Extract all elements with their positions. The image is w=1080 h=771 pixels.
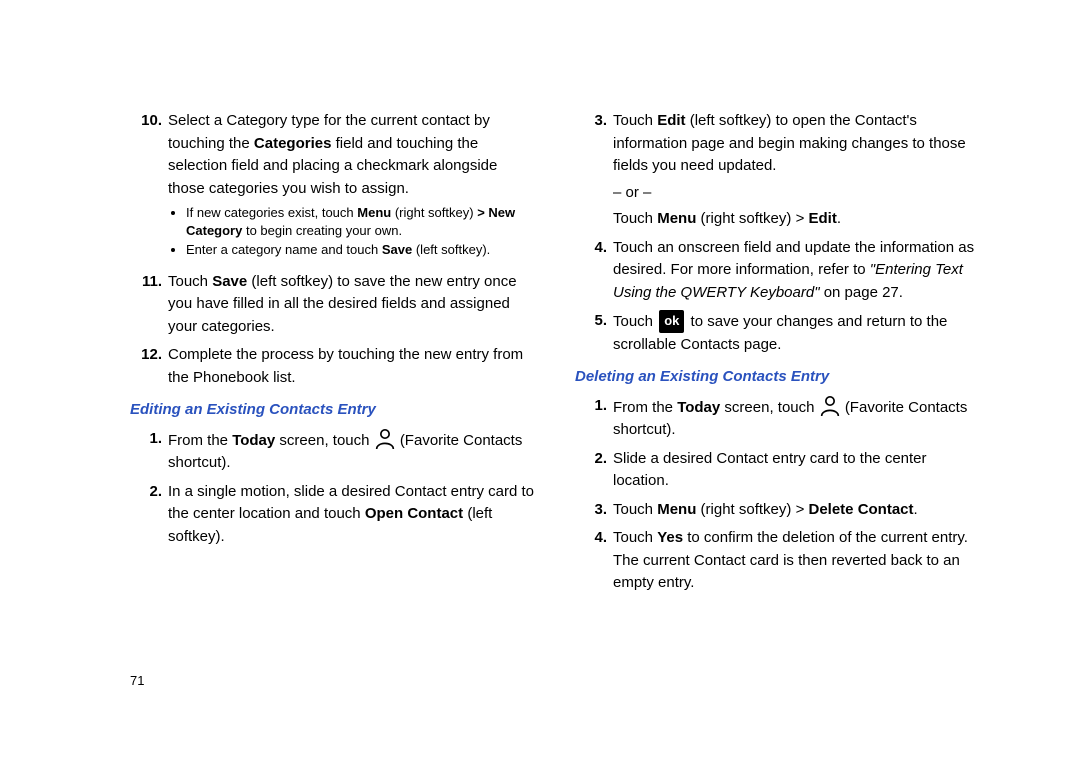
bold-text: Categories (254, 135, 332, 152)
item-number: 3. (575, 499, 613, 522)
text: on page 27. (820, 284, 903, 301)
bold-text: Yes (657, 529, 683, 546)
item-number: 1. (130, 428, 168, 475)
manual-page: 10. Select a Category type for the curre… (0, 0, 1080, 771)
text: . (914, 501, 918, 518)
section-heading-deleting: Deleting an Existing Contacts Entry (575, 366, 980, 389)
ordered-list-editing: 1. From the Today screen, touch (Favorit… (130, 428, 535, 549)
bold-text: Save (382, 242, 412, 257)
list-item-4: 4. Touch an onscreen field and update th… (575, 237, 980, 305)
bold-text: Menu (357, 205, 391, 220)
item-number: 11. (130, 271, 168, 339)
section-heading-editing: Editing an Existing Contacts Entry (130, 399, 535, 422)
item-body: Touch ok to save your changes and return… (613, 310, 980, 356)
ordered-list-left: 10. Select a Category type for the curre… (130, 110, 535, 389)
right-column: 3. Touch Edit (left softkey) to open the… (575, 110, 980, 601)
item-body: From the Today screen, touch (Favorite C… (613, 395, 980, 442)
bold-text: Menu (657, 210, 696, 227)
list-item-del-3: 3. Touch Menu (right softkey) > Delete C… (575, 499, 980, 522)
item-body: Touch Save (left softkey) to save the ne… (168, 271, 535, 339)
left-column: 10. Select a Category type for the curre… (130, 110, 535, 601)
ok-icon: ok (659, 310, 684, 333)
bullet-item: Enter a category name and touch Save (le… (186, 241, 535, 259)
item-body: Touch Edit (left softkey) to open the Co… (613, 110, 980, 231)
page-number: 71 (130, 673, 144, 688)
text: (left softkey). (412, 242, 490, 257)
bullet-list: If new categories exist, touch Menu (rig… (186, 204, 535, 259)
contact-icon (375, 428, 395, 450)
text: (right softkey) > (696, 501, 808, 518)
bold-text: Edit (809, 210, 837, 227)
item-body: Select a Category type for the current c… (168, 110, 535, 265)
item-body: Touch an onscreen field and update the i… (613, 237, 980, 305)
text: Touch (613, 112, 657, 129)
bold-text: Today (232, 432, 275, 449)
bold-text: Edit (657, 112, 685, 129)
list-item-del-1: 1. From the Today screen, touch (Favorit… (575, 395, 980, 442)
text: Complete the process by touching the new… (168, 346, 523, 386)
or-separator: – or – (613, 182, 980, 205)
bold-text: Delete Contact (809, 501, 914, 518)
text: to begin creating your own. (242, 223, 402, 238)
text: (right softkey) > (696, 210, 808, 227)
bold-text: Open Contact (365, 505, 463, 522)
text: (right softkey) (391, 205, 477, 220)
text: If new categories exist, touch (186, 205, 357, 220)
list-item-12: 12. Complete the process by touching the… (130, 344, 535, 389)
text: Touch (613, 210, 657, 227)
text: Touch (613, 313, 657, 330)
item-body: From the Today screen, touch (Favorite C… (168, 428, 535, 475)
list-item-5: 5. Touch ok to save your changes and ret… (575, 310, 980, 356)
item-number: 12. (130, 344, 168, 389)
contact-icon (820, 395, 840, 417)
item-number: 2. (575, 448, 613, 493)
list-item-del-4: 4. Touch Yes to confirm the deletion of … (575, 527, 980, 595)
item-body: Touch Menu (right softkey) > Delete Cont… (613, 499, 980, 522)
text: Touch (613, 529, 657, 546)
list-item-del-2: 2. Slide a desired Contact entry card to… (575, 448, 980, 493)
item-number: 4. (575, 527, 613, 595)
list-item-11: 11. Touch Save (left softkey) to save th… (130, 271, 535, 339)
text: Touch (168, 273, 212, 290)
bold-text: Menu (657, 501, 696, 518)
bold-text: Save (212, 273, 247, 290)
item-body: In a single motion, slide a desired Cont… (168, 481, 535, 549)
text: From the (168, 432, 232, 449)
columns: 10. Select a Category type for the curre… (130, 110, 980, 601)
text: screen, touch (720, 399, 818, 416)
list-item-edit-1: 1. From the Today screen, touch (Favorit… (130, 428, 535, 475)
item-body: Slide a desired Contact entry card to th… (613, 448, 980, 493)
text: Enter a category name and touch (186, 242, 382, 257)
item-number: 4. (575, 237, 613, 305)
ordered-list-right: 3. Touch Edit (left softkey) to open the… (575, 110, 980, 356)
list-item-3: 3. Touch Edit (left softkey) to open the… (575, 110, 980, 231)
item-number: 1. (575, 395, 613, 442)
item-number: 10. (130, 110, 168, 265)
item-body: Touch Yes to confirm the deletion of the… (613, 527, 980, 595)
ordered-list-deleting: 1. From the Today screen, touch (Favorit… (575, 395, 980, 595)
text: From the (613, 399, 677, 416)
item-number: 2. (130, 481, 168, 549)
list-item-10: 10. Select a Category type for the curre… (130, 110, 535, 265)
text: Slide a desired Contact entry card to th… (613, 450, 927, 490)
item-body: Complete the process by touching the new… (168, 344, 535, 389)
text: screen, touch (275, 432, 373, 449)
list-item-edit-2: 2. In a single motion, slide a desired C… (130, 481, 535, 549)
text: Touch (613, 501, 657, 518)
item-number: 5. (575, 310, 613, 356)
bullet-item: If new categories exist, touch Menu (rig… (186, 204, 535, 239)
bold-text: Today (677, 399, 720, 416)
text: . (837, 210, 841, 227)
item-number: 3. (575, 110, 613, 231)
